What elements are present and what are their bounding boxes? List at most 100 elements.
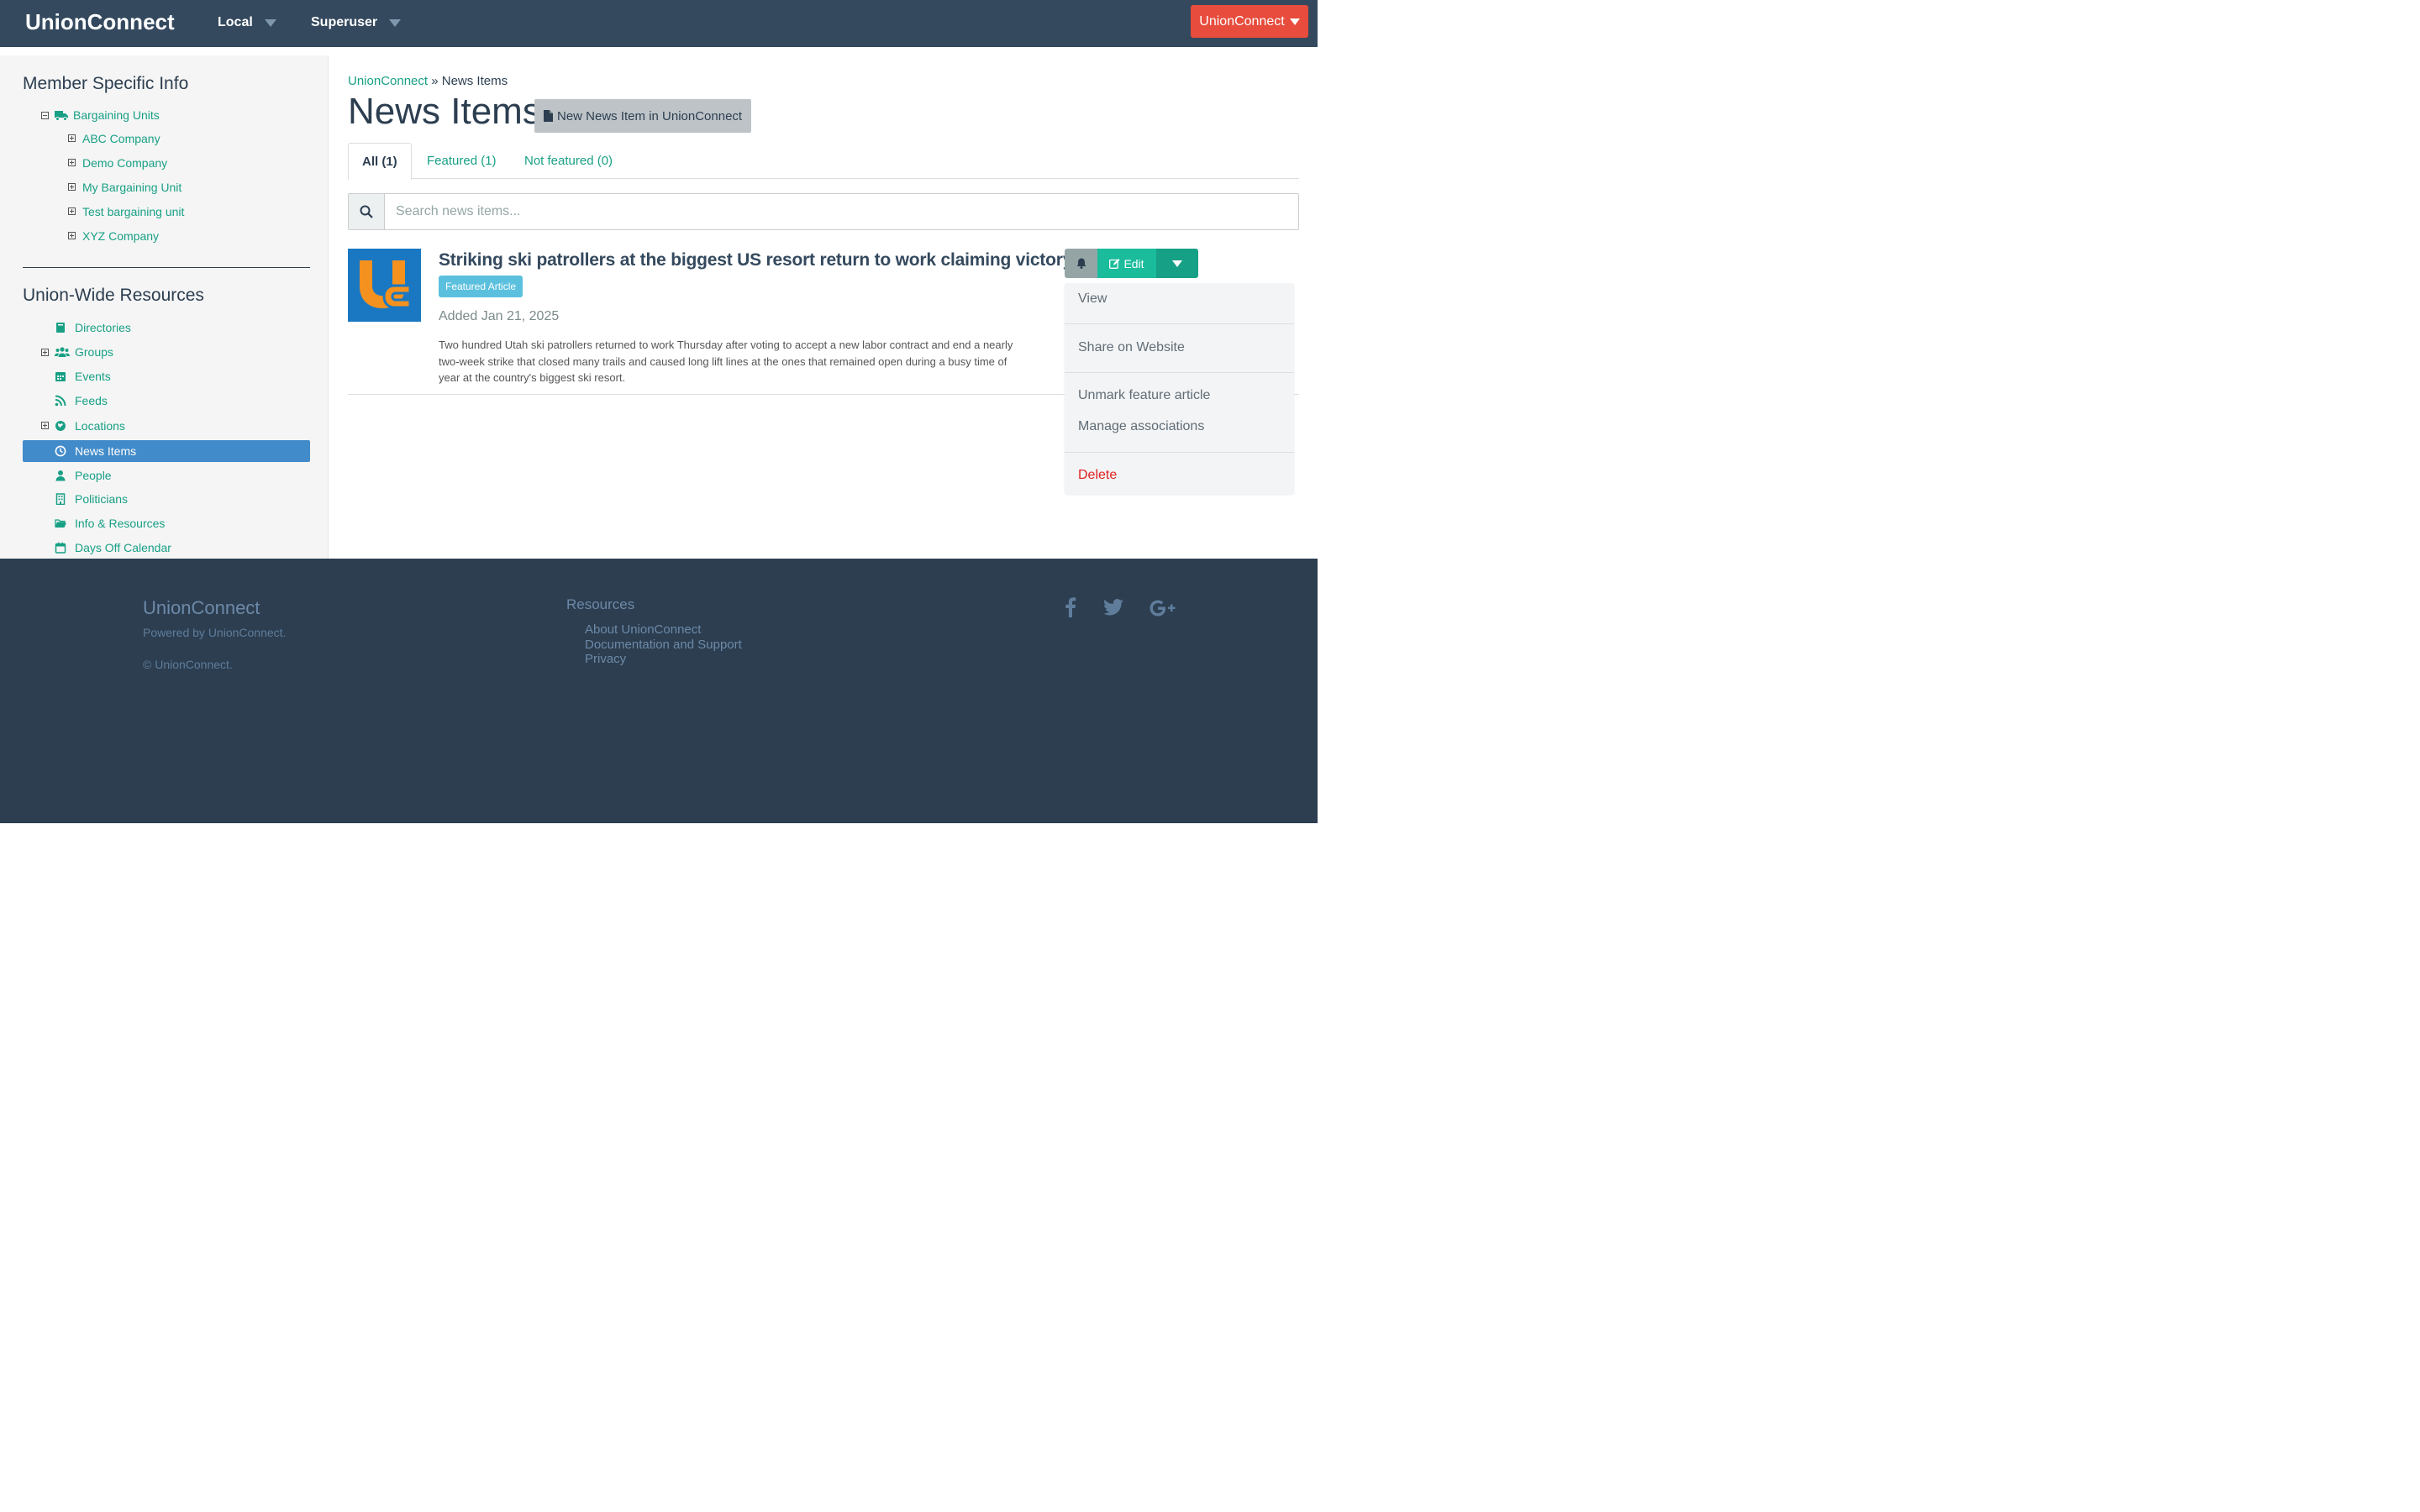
expand-toggle-icon[interactable] (68, 134, 76, 142)
new-news-item-button[interactable]: New News Item in UnionConnect (534, 99, 752, 133)
sidebar-item-label: Groups (75, 345, 113, 359)
breadcrumb: UnionConnect » News Items (348, 74, 508, 88)
sidebar-divider (23, 267, 310, 268)
twitter-link[interactable] (1103, 599, 1123, 616)
tab-all[interactable]: All (1) (348, 143, 412, 180)
org-switcher-button[interactable]: UnionConnect (1191, 5, 1308, 38)
sidebar-item-xyz-company[interactable]: XYZ Company (82, 225, 159, 247)
superuser-menu[interactable]: Superuser (311, 15, 402, 30)
org-switcher-label: UnionConnect (1199, 13, 1285, 29)
actions-dropdown-menu: View Share on Website Unmark feature art… (1065, 283, 1294, 494)
menu-divider (1065, 372, 1294, 373)
edit-button[interactable]: Edit (1097, 249, 1156, 278)
expand-toggle-icon[interactable] (68, 159, 76, 166)
sidebar-item-label: Politicians (75, 492, 129, 506)
search-input[interactable] (385, 194, 1298, 229)
news-summary: Two hundred Utah ski patrollers returned… (439, 339, 1013, 384)
expand-toggle-icon[interactable] (41, 349, 49, 356)
sidebar-item-demo-company[interactable]: Demo Company (82, 152, 167, 174)
menu-item-unmark-feature[interactable]: Unmark feature article (1078, 388, 1210, 403)
notify-button[interactable] (1065, 249, 1097, 278)
actions-dropdown-toggle[interactable] (1156, 249, 1198, 278)
globe-icon (55, 421, 66, 431)
local-menu[interactable]: Local (218, 15, 276, 30)
page-title: News Items (348, 91, 541, 132)
tab-featured[interactable]: Featured (1) (413, 143, 510, 179)
news-thumbnail[interactable] (348, 249, 421, 322)
expand-toggle-icon[interactable] (68, 183, 76, 191)
sidebar-item-label: Events (75, 370, 111, 383)
edit-icon (1109, 259, 1120, 269)
sidebar-item-feeds[interactable]: Feeds (55, 390, 108, 412)
tab-not-featured[interactable]: Not featured (0) (511, 143, 626, 179)
breadcrumb-current: News Items (441, 74, 508, 88)
sidebar-item-my-bargaining-unit[interactable]: My Bargaining Unit (82, 176, 182, 198)
news-added-date: Added Jan 21, 2025 (439, 309, 560, 323)
menu-item-delete[interactable]: Delete (1078, 468, 1117, 483)
edit-label: Edit (1123, 256, 1144, 270)
menu-divider (1065, 452, 1294, 453)
sidebar-item-groups[interactable]: Groups (55, 341, 113, 363)
search-addon (349, 194, 385, 229)
menu-item-share-on-website[interactable]: Share on Website (1078, 340, 1185, 355)
book-icon (56, 323, 65, 333)
sidebar-item-news-items[interactable]: News Items (55, 440, 136, 462)
featured-badge: Featured Article (439, 276, 523, 297)
facebook-link[interactable] (1064, 596, 1076, 617)
sidebar-item-label: ABC Company (82, 132, 160, 145)
caret-down-icon (264, 18, 276, 27)
users-icon (55, 347, 70, 357)
twitter-icon (1103, 599, 1123, 616)
footer-link-documentation[interactable]: Documentation and Support (585, 638, 742, 652)
menu-divider (1065, 323, 1294, 324)
sidebar-item-label: Locations (75, 419, 125, 433)
menu-item-manage-associations[interactable]: Manage associations (1078, 419, 1204, 434)
item-actions: Edit (1065, 249, 1198, 278)
news-item-title[interactable]: Striking ski patrollers at the biggest U… (439, 250, 1072, 270)
sidebar-item-locations[interactable]: Locations (55, 415, 125, 437)
filter-tabs: All (1) Featured (1) Not featured (0) (348, 143, 1299, 180)
footer-powered-by: Powered by UnionConnect. (143, 626, 287, 639)
unionconnect-logo-icon (348, 249, 421, 322)
truck-icon (55, 111, 68, 121)
caret-down-icon (389, 18, 402, 27)
sidebar-item-label: Test bargaining unit (82, 205, 185, 218)
expand-toggle-icon[interactable] (68, 232, 76, 239)
breadcrumb-root-link[interactable]: UnionConnect (348, 74, 428, 88)
google-plus-link[interactable] (1150, 600, 1176, 617)
union-resources-heading: Union-Wide Resources (23, 286, 204, 305)
menu-item-view[interactable]: View (1078, 291, 1107, 307)
caret-down-icon (1289, 18, 1300, 25)
google-plus-icon (1150, 600, 1176, 617)
brand-logo[interactable]: UnionConnect (25, 9, 175, 35)
footer-resources-heading: Resources (566, 596, 635, 612)
sidebar-item-people[interactable]: People (55, 465, 112, 486)
sidebar-item-politicians[interactable]: Politicians (55, 488, 128, 510)
new-news-item-label: New News Item in UnionConnect (557, 108, 743, 123)
file-icon (544, 110, 553, 122)
sidebar-item-directories[interactable]: Directories (55, 317, 131, 339)
sidebar-item-label: Feeds (75, 394, 108, 407)
collapse-toggle-icon[interactable] (41, 112, 49, 119)
sidebar-item-days-off-calendar[interactable]: Days Off Calendar (55, 537, 171, 559)
sidebar-item-events[interactable]: Events (55, 365, 111, 387)
footer-copyright: © UnionConnect. (143, 658, 233, 671)
sidebar-item-test-bargaining-unit[interactable]: Test bargaining unit (82, 201, 184, 223)
footer-link-about[interactable]: About UnionConnect (585, 622, 701, 637)
calendar-icon (55, 372, 66, 381)
search-icon (360, 205, 373, 218)
sidebar-item-abc-company[interactable]: ABC Company (82, 128, 160, 150)
bell-icon (1076, 258, 1086, 269)
sidebar-item-bargaining-units[interactable]: Bargaining Units (55, 104, 160, 126)
rss-icon (55, 395, 66, 407)
sidebar-item-info-resources[interactable]: Info & Resources (55, 512, 165, 534)
footer-link-privacy[interactable]: Privacy (585, 652, 626, 666)
sidebar-item-label: Days Off Calendar (75, 541, 171, 554)
expand-toggle-icon[interactable] (68, 207, 76, 215)
local-menu-label: Local (218, 15, 253, 29)
calendar-o-icon (55, 542, 66, 554)
sidebar-item-label: News Items (75, 444, 137, 458)
expand-toggle-icon[interactable] (41, 422, 49, 429)
breadcrumb-separator: » (431, 74, 439, 88)
footer: UnionConnect Powered by UnionConnect. © … (0, 559, 1318, 823)
